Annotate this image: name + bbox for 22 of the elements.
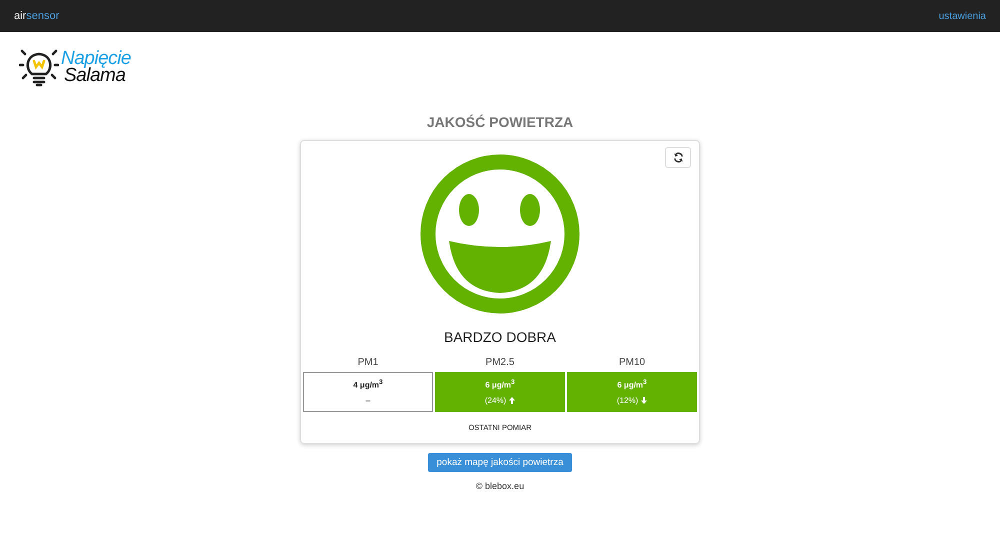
measurement-change: –: [366, 396, 370, 405]
brand-link[interactable]: airsensor: [14, 10, 60, 22]
show-map-button[interactable]: pokaż mapę jakości powietrza: [428, 453, 572, 472]
measurement-change: (12%): [616, 396, 638, 405]
footer-text: © blebox.eu: [476, 481, 524, 491]
lightbulb-icon: [19, 47, 59, 87]
settings-link[interactable]: ustawienia: [938, 10, 986, 22]
measurement-value: 4 μg/m$^{3}$: [353, 379, 383, 390]
refresh-icon: [672, 152, 684, 163]
logo-text: Salama: [64, 67, 126, 84]
arrow-up-icon: [509, 396, 516, 404]
measurement-change: (24%): [484, 396, 506, 405]
pollutant-name: PM1: [356, 356, 380, 370]
pollutant-name: PM2.5: [484, 356, 516, 370]
pollutant-name: PM10: [618, 356, 646, 370]
measurement-value: 6 μg/m$^{3}$: [617, 379, 647, 390]
logo-text: Napięcie: [61, 50, 131, 67]
air-quality-status: BARDZO DOBRA: [444, 329, 556, 345]
measurement-value: 6 μg/m$^{3}$: [485, 379, 515, 390]
refresh-button[interactable]: [665, 147, 691, 168]
arrow-down-icon: [641, 396, 648, 404]
page-title: JAKOŚĆ POWIETRZA: [426, 114, 574, 130]
